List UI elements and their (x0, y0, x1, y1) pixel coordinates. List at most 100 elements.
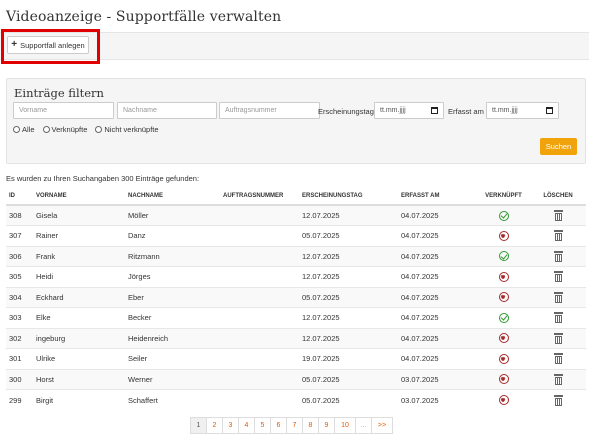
cell-delete (530, 389, 586, 410)
cell-lastname: Werner (128, 368, 223, 390)
page-next-button[interactable]: >> (371, 417, 393, 434)
page-link-2[interactable]: 2 (206, 417, 223, 434)
cell-id: 299 (6, 389, 36, 410)
lastname-input[interactable]: Nachname (117, 102, 217, 119)
trash-icon[interactable] (553, 230, 563, 242)
table-row: 308 Gisela Möller 12.07.2025 04.07.2025 (6, 204, 586, 226)
cell-lastname: Seiler (128, 348, 223, 369)
trash-icon[interactable] (553, 394, 563, 406)
cell-lastname: Heidenreich (128, 327, 223, 349)
cell-lastname: Schaffert (128, 389, 223, 410)
radio-linked[interactable]: Verknüpfte (42, 125, 87, 134)
cell-linked (477, 348, 530, 369)
header-release-date[interactable]: ERSCHEINUNGSTAG (302, 188, 401, 206)
table-row: 304 Eckhard Eber 05.07.2025 04.07.2025 (6, 286, 586, 308)
trash-icon[interactable] (553, 271, 563, 283)
trash-icon[interactable] (553, 353, 563, 365)
page-link-3[interactable]: 3 (222, 417, 239, 434)
cell-order-number (223, 286, 302, 308)
captured-date-input[interactable]: tt.mm.jjjj (486, 102, 559, 119)
trash-icon[interactable] (553, 373, 563, 385)
page-ellipsis: ... (355, 417, 372, 434)
page-link-4[interactable]: 4 (238, 417, 255, 434)
firstname-input[interactable]: Vorname (13, 102, 114, 119)
check-circle-icon[interactable] (498, 251, 509, 262)
header-delete: LÖSCHEN (530, 188, 586, 206)
cell-delete (530, 266, 586, 287)
cell-order-number (223, 389, 302, 410)
page-link-6[interactable]: 6 (270, 417, 287, 434)
x-circle-icon[interactable] (498, 292, 509, 303)
cell-order-number (223, 327, 302, 349)
pagination: 1 2 3 4 5 6 7 8 9 10... >> (190, 417, 393, 434)
x-circle-icon[interactable] (498, 353, 509, 364)
release-date-value: tt.mm.jjjj (380, 107, 406, 114)
cell-delete (530, 286, 586, 308)
cell-release-date: 05.07.2025 (302, 368, 401, 390)
page-link-9[interactable]: 9 (318, 417, 335, 434)
search-button[interactable]: Suchen (540, 138, 577, 155)
cell-order-number (223, 204, 302, 226)
calendar-icon[interactable] (431, 107, 438, 114)
cell-lastname: Eber (128, 286, 223, 308)
header-linked[interactable]: VERKNÜPFT (477, 188, 530, 206)
x-circle-icon[interactable] (498, 374, 509, 385)
trash-icon[interactable] (553, 312, 563, 324)
trash-icon[interactable] (553, 210, 563, 221)
page-link-7[interactable]: 7 (286, 417, 303, 434)
cell-lastname: Jörges (128, 266, 223, 287)
x-circle-icon[interactable] (498, 333, 509, 344)
cell-release-date: 05.07.2025 (302, 225, 401, 246)
calendar-icon[interactable] (546, 107, 553, 114)
cell-captured-date: 04.07.2025 (401, 348, 477, 369)
page-link-10[interactable]: 10 (334, 417, 356, 434)
x-circle-icon[interactable] (498, 271, 509, 282)
cell-linked (477, 266, 530, 287)
radio-unlinked-circle[interactable] (95, 126, 103, 133)
check-circle-icon[interactable] (498, 312, 509, 323)
cell-linked (477, 368, 530, 390)
cell-release-date: 12.07.2025 (302, 245, 401, 267)
table-row: 300 Horst Werner 05.07.2025 03.07.2025 (6, 368, 586, 390)
table-row: 303 Elke Becker 12.07.2025 04.07.2025 (6, 307, 586, 328)
cell-id: 305 (6, 266, 36, 287)
cell-delete (530, 327, 586, 349)
header-order-number[interactable]: AUFTRAGSNUMMER (223, 188, 302, 206)
page-link-5[interactable]: 5 (254, 417, 271, 434)
cell-captured-date: 04.07.2025 (401, 245, 477, 267)
cell-release-date: 12.07.2025 (302, 266, 401, 287)
link-filter-radios: Alle Verknüpfte Nicht verknüpfte (13, 125, 159, 134)
cell-captured-date: 03.07.2025 (401, 368, 477, 390)
radio-all-circle[interactable] (13, 126, 20, 133)
trash-icon[interactable] (553, 291, 563, 303)
cell-lastname: Möller (128, 204, 223, 226)
header-firstname[interactable]: VORNAME (36, 188, 128, 206)
table-row: 305 Heidi Jörges 12.07.2025 04.07.2025 (6, 266, 586, 287)
header-captured-date[interactable]: ERFASST AM (401, 188, 477, 206)
radio-unlinked[interactable]: Nicht verknüpfte (95, 125, 159, 134)
x-circle-icon[interactable] (498, 395, 509, 405)
cell-lastname: Danz (128, 225, 223, 246)
check-circle-icon[interactable] (498, 210, 509, 221)
cell-id: 307 (6, 225, 36, 246)
header-lastname[interactable]: NACHNAME (128, 188, 223, 206)
radio-linked-circle[interactable] (42, 126, 50, 133)
cell-id: 302 (6, 327, 36, 349)
cell-captured-date: 04.07.2025 (401, 286, 477, 308)
header-id[interactable]: ID (6, 188, 36, 206)
cell-lastname: Ritzmann (128, 245, 223, 267)
radio-all[interactable]: Alle (13, 125, 35, 134)
cell-linked (477, 327, 530, 349)
page-link-8[interactable]: 8 (302, 417, 319, 434)
cell-id: 304 (6, 286, 36, 308)
page-link-1[interactable]: 1 (190, 417, 207, 434)
x-circle-icon[interactable] (498, 230, 509, 241)
trash-icon[interactable] (553, 250, 563, 262)
order-number-input[interactable]: Auftragsnummer (219, 102, 320, 119)
table-row: 302 ingeburg Heidenreich 12.07.2025 04.07.20… (6, 327, 586, 349)
cell-id: 300 (6, 368, 36, 390)
radio-unlinked-label: Nicht verknüpfte (104, 125, 159, 134)
cell-firstname: Elke (36, 307, 128, 328)
trash-icon[interactable] (553, 332, 563, 344)
release-date-input[interactable]: tt.mm.jjjj (374, 102, 444, 119)
